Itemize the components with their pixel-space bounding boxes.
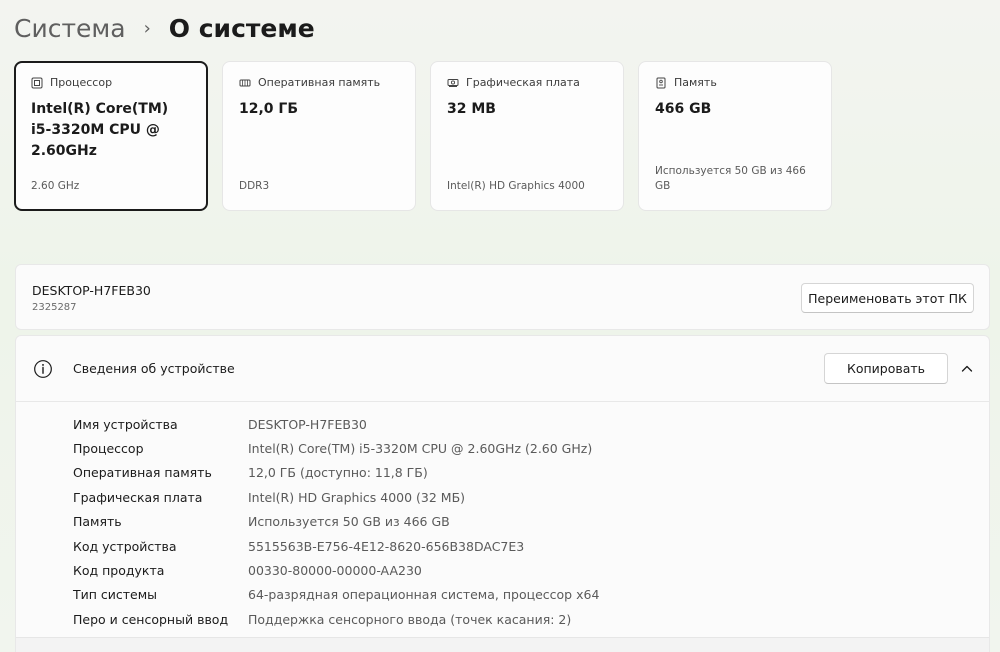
card-label: Процессор [50, 76, 113, 89]
processor-icon [31, 77, 43, 89]
card-value: 466 GB [655, 101, 712, 117]
pc-name: DESKTOP-H7FEB30 [32, 283, 151, 298]
row-label: Процессор [73, 441, 144, 457]
graphics-card-icon [447, 77, 459, 89]
breadcrumb-separator: › [143, 17, 151, 39]
card-subtext: DDR3 [239, 180, 270, 192]
row-value: 64-разрядная операционная система, проце… [248, 587, 600, 603]
info-row-device-name: Имя устройства DESKTOP-H7FEB30 [73, 412, 599, 436]
row-value: DESKTOP-H7FEB30 [248, 416, 367, 432]
row-label: Код продукта [73, 563, 165, 579]
row-value: 12,0 ГБ (доступно: 11,8 ГБ) [248, 465, 428, 481]
card-memory[interactable]: Оперативная память 12,0 ГБ DDR3 [222, 61, 416, 211]
info-row-product-id: Код продукта 00330-80000-00000-AA230 [73, 558, 599, 582]
row-label: Оперативная память [73, 465, 212, 481]
card-label: Память [674, 76, 717, 89]
card-header: Процессор [31, 76, 191, 89]
card-subtext: Используется 50 GB из 466 GB [655, 165, 806, 192]
device-info-rows: Имя устройства DESKTOP-H7FEB30 Процессор… [73, 412, 599, 632]
device-info-panel: Сведения об устройстве Копировать Имя ус… [15, 335, 990, 652]
row-label: Графическая плата [73, 489, 203, 505]
device-info-title: Сведения об устройстве [73, 361, 235, 376]
pc-id: 2325287 [32, 302, 77, 313]
row-label: Перо и сенсорный ввод [73, 611, 229, 627]
breadcrumb: Система › О системе [14, 8, 315, 48]
device-info-header[interactable]: Сведения об устройстве Копировать [16, 336, 989, 402]
card-subtext: 2.60 GHz [31, 180, 80, 192]
panel-bottom-strip [16, 637, 989, 652]
info-row-device-id: Код устройства 5515563B-E756-4E12-8620-6… [73, 534, 599, 558]
pc-name-panel: DESKTOP-H7FEB30 2325287 Переименовать эт… [15, 264, 990, 330]
copy-button[interactable]: Копировать [824, 353, 948, 384]
row-value: 00330-80000-00000-AA230 [248, 563, 422, 579]
card-header: Память [655, 76, 815, 89]
info-icon [33, 359, 53, 379]
row-value: Используется 50 GB из 466 GB [248, 514, 450, 530]
page-title: О системе [168, 13, 315, 43]
rename-pc-button[interactable]: Переименовать этот ПК [801, 283, 974, 313]
row-label: Тип системы [73, 587, 158, 603]
card-value: 32 MB [447, 101, 496, 117]
row-label: Память [73, 514, 122, 530]
card-value: 12,0 ГБ [239, 101, 299, 117]
card-storage[interactable]: Память 466 GB Используется 50 GB из 466 … [638, 61, 832, 211]
chevron-up-icon[interactable] [958, 360, 976, 378]
card-label: Оперативная память [258, 76, 381, 89]
row-value: Intel(R) Core(TM) i5-3320M CPU @ 2.60GHz… [248, 441, 593, 457]
card-header: Графическая плата [447, 76, 607, 89]
spec-cards: Процессор Intel(R) Core(TM) i5-3320M CPU… [14, 61, 832, 211]
card-label: Графическая плата [466, 76, 580, 89]
row-label: Имя устройства [73, 416, 178, 432]
breadcrumb-parent-system[interactable]: Система [14, 14, 126, 43]
storage-icon [655, 77, 667, 89]
memory-icon [239, 77, 251, 89]
info-row-storage: Память Используется 50 GB из 466 GB [73, 510, 599, 534]
info-row-processor: Процессор Intel(R) Core(TM) i5-3320M CPU… [73, 436, 599, 460]
card-subtext: Intel(R) HD Graphics 4000 [447, 180, 585, 192]
row-value: Intel(R) HD Graphics 4000 (32 МБ) [248, 489, 466, 505]
card-value: Intel(R) Core(TM) i5-3320M CPU @ 2.60GHz [31, 101, 169, 159]
row-label: Код устройства [73, 538, 177, 554]
card-processor[interactable]: Процессор Intel(R) Core(TM) i5-3320M CPU… [14, 61, 208, 211]
card-header: Оперативная память [239, 76, 399, 89]
info-row-pen-touch: Перо и сенсорный ввод Поддержка сенсорно… [73, 607, 599, 631]
info-row-graphics: Графическая плата Intel(R) HD Graphics 4… [73, 485, 599, 509]
row-value: 5515563B-E756-4E12-8620-656B38DAC7E3 [248, 538, 525, 554]
card-graphics[interactable]: Графическая плата 32 MB Intel(R) HD Grap… [430, 61, 624, 211]
info-row-ram: Оперативная память 12,0 ГБ (доступно: 11… [73, 461, 599, 485]
row-value: Поддержка сенсорного ввода (точек касани… [248, 611, 572, 627]
info-row-system-type: Тип системы 64-разрядная операционная си… [73, 583, 599, 607]
